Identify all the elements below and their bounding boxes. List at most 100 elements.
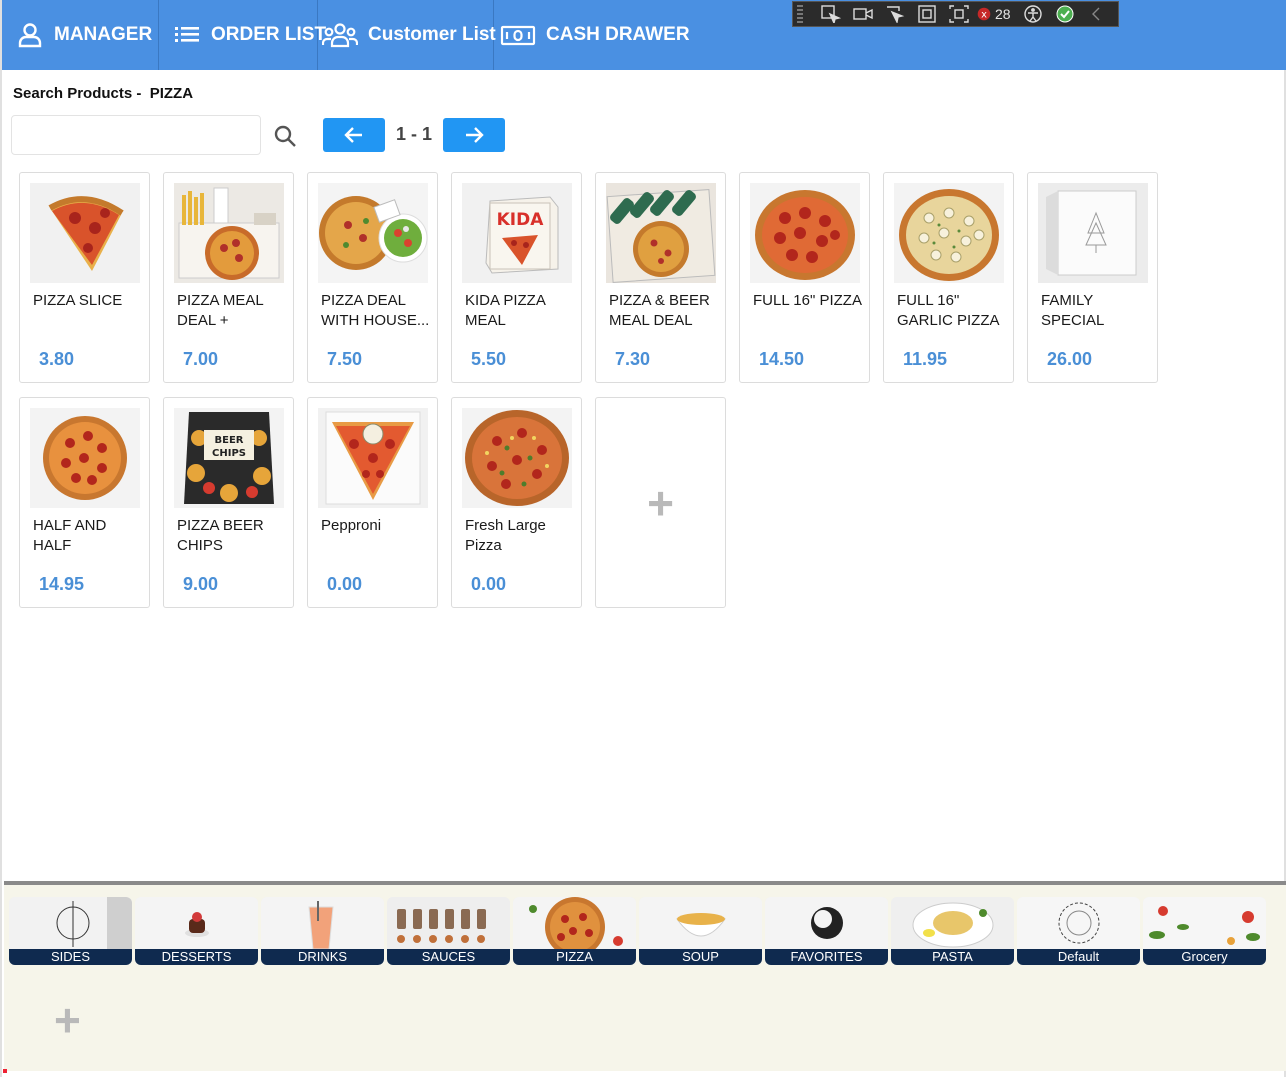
inspect-icon[interactable] — [943, 2, 975, 26]
svg-text:KIDA: KIDA — [497, 210, 545, 230]
category-label: PIZZA — [513, 949, 636, 965]
category-drinks[interactable]: DRINKS — [261, 897, 384, 965]
product-price: 0.00 — [471, 574, 507, 594]
product-price: 9.00 — [183, 574, 219, 594]
category-image — [1017, 897, 1140, 949]
category-sauces[interactable]: SAUCES — [387, 897, 510, 965]
category-label: SIDES — [9, 949, 132, 965]
binding-errors-icon: x — [977, 7, 991, 21]
category-image — [765, 897, 888, 949]
previous-page-button[interactable] — [323, 118, 385, 152]
product-name: PIZZA BEER CHIPS — [177, 517, 264, 554]
product-image-kida-box: KIDA — [462, 183, 572, 283]
product-image-pizza-salad — [318, 183, 428, 283]
category-label: SOUP — [639, 949, 762, 965]
next-page-button[interactable] — [443, 118, 505, 152]
category-label: Grocery — [1143, 949, 1266, 965]
category-sides[interactable]: SIDES — [9, 897, 132, 965]
customer-list-label: Customer List — [368, 24, 496, 45]
category-image — [639, 897, 762, 949]
category-desserts[interactable]: DESSERTS — [135, 897, 258, 965]
list-icon — [175, 27, 199, 42]
product-image-large-pizza — [462, 408, 572, 508]
cash-icon — [500, 25, 536, 46]
product-price: 14.95 — [39, 574, 85, 594]
product-price: 14.50 — [759, 349, 805, 369]
drag-handle[interactable] — [797, 5, 803, 23]
product-card[interactable]: Pepproni 0.00 — [307, 397, 438, 608]
product-name: PIZZA MEAL DEAL + FRIES... — [177, 292, 264, 329]
product-card[interactable]: Fresh Large Pizza 0.00 — [451, 397, 582, 608]
product-image-garlic-pizza — [894, 183, 1004, 283]
product-image-pepperoni-full — [750, 183, 860, 283]
debug-toolbar: x 28 — [792, 1, 1119, 27]
accessibility-icon[interactable] — [1017, 2, 1049, 26]
category-grocery[interactable]: Grocery — [1143, 897, 1266, 965]
category-image — [891, 897, 1014, 949]
manager-button[interactable]: MANAGER — [2, 0, 159, 70]
category-pizza[interactable]: PIZZA — [513, 897, 636, 965]
product-card[interactable]: FULL 16" GARLIC PIZZA 11.95 — [883, 172, 1014, 383]
category-list: SIDES DESSERTS DRINKS SAUCES PIZZA SOUP — [9, 897, 1266, 965]
category-image — [261, 897, 384, 949]
product-image-pizza-slice — [30, 183, 140, 283]
product-name: KIDA PIZZA MEAL — [465, 292, 546, 329]
search-input[interactable] — [11, 115, 261, 155]
product-name: HALF AND HALF — [33, 517, 107, 554]
select-element-icon[interactable] — [815, 2, 847, 26]
product-name: PIZZA DEAL WITH HOUSE... — [321, 292, 430, 329]
page-indicator: 1 - 1 — [395, 124, 433, 144]
category-label: SAUCES — [387, 949, 510, 965]
add-category-button[interactable]: + — [54, 993, 81, 1047]
product-price: 5.50 — [471, 349, 507, 369]
product-price: 0.00 — [327, 574, 363, 594]
binding-errors[interactable]: x 28 — [975, 5, 1017, 23]
svg-text:CHIPS: CHIPS — [212, 448, 246, 459]
video-icon[interactable] — [847, 2, 879, 26]
plus-icon: + — [647, 476, 674, 529]
category-label: DRINKS — [261, 949, 384, 965]
product-card[interactable]: PIZZA & BEER MEAL DEAL 7.30 — [595, 172, 726, 383]
product-name: PIZZA & BEER MEAL DEAL — [609, 292, 710, 329]
product-grid: PIZZA SLICE 3.80 PIZZA MEAL DEAL + FRIES… — [19, 172, 1158, 608]
product-card[interactable]: FAMILY SPECIAL 26.00 — [1027, 172, 1158, 383]
frame-icon[interactable] — [911, 2, 943, 26]
search-title: Search Products - PIZZA — [13, 85, 194, 102]
order-list-label: ORDER LIST — [211, 24, 327, 45]
category-soup[interactable]: SOUP — [639, 897, 762, 965]
cash-drawer-button[interactable]: CASH DRAWER — [494, 0, 698, 70]
category-label: DESSERTS — [135, 949, 258, 965]
user-icon — [18, 23, 42, 48]
product-card[interactable]: BEER CHIPS PIZZA BEER CHIPS 9.00 — [163, 397, 294, 608]
plus-icon: + — [54, 994, 81, 1046]
category-favorites[interactable]: FAVORITES — [765, 897, 888, 965]
add-product-button[interactable]: + — [595, 397, 726, 608]
app-window: MANAGER ORDER LIST Customer List CASH DR… — [0, 0, 1286, 1077]
svg-text:BEER: BEER — [215, 435, 244, 446]
category-pasta[interactable]: PASTA — [891, 897, 1014, 965]
product-card[interactable]: PIZZA MEAL DEAL + FRIES... 7.00 — [163, 172, 294, 383]
order-list-button[interactable]: ORDER LIST — [159, 0, 326, 70]
product-name: FAMILY SPECIAL — [1041, 292, 1105, 329]
product-price: 11.95 — [903, 349, 948, 369]
category-bar: SIDES DESSERTS DRINKS SAUCES PIZZA SOUP — [4, 881, 1286, 1071]
product-price: 3.80 — [39, 349, 75, 369]
product-image-chips-bag: BEER CHIPS — [174, 408, 284, 508]
product-card[interactable]: PIZZA DEAL WITH HOUSE... 7.50 — [307, 172, 438, 383]
product-image-meal-fries — [174, 183, 284, 283]
category-default[interactable]: Default — [1017, 897, 1140, 965]
category-image — [387, 897, 510, 949]
customer-list-button[interactable]: Customer List — [318, 0, 496, 70]
category-label: FAVORITES — [765, 949, 888, 965]
product-image-pizza-beer — [606, 183, 716, 283]
check-icon[interactable] — [1049, 2, 1081, 26]
product-card[interactable]: FULL 16" PIZZA 14.50 — [739, 172, 870, 383]
collapse-icon[interactable] — [1081, 2, 1113, 26]
category-label: PASTA — [891, 949, 1014, 965]
search-icon[interactable] — [272, 123, 298, 149]
pointer-icon[interactable] — [879, 2, 911, 26]
users-icon — [322, 23, 358, 48]
product-card[interactable]: HALF AND HALF 14.95 — [19, 397, 150, 608]
product-card[interactable]: KIDA KIDA PIZZA MEAL 5.50 — [451, 172, 582, 383]
product-card[interactable]: PIZZA SLICE 3.80 — [19, 172, 150, 383]
